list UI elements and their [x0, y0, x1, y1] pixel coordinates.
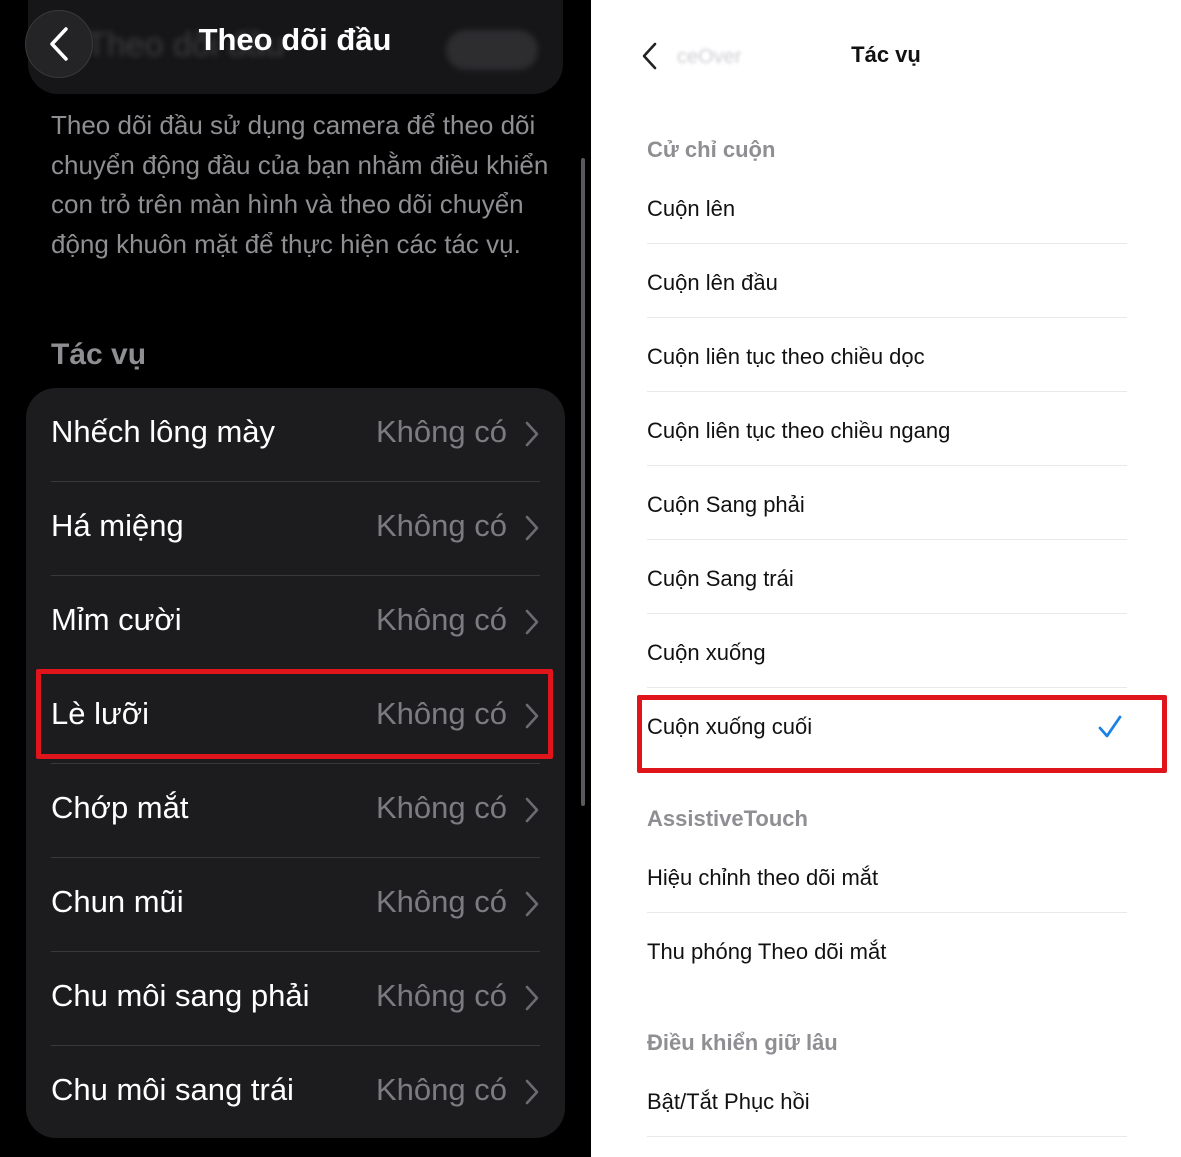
chevron-right-icon	[525, 891, 539, 917]
section-header-assistivetouch: AssistiveTouch	[647, 806, 808, 831]
scroll-indicator[interactable]	[581, 158, 585, 806]
option-label: Cuộn liên tục theo chiều ngang	[647, 418, 951, 443]
row-divider	[647, 1136, 1127, 1137]
chevron-right-icon	[525, 985, 539, 1011]
option-label: Cuộn lên	[647, 196, 736, 221]
chevron-right-icon	[525, 1079, 539, 1105]
row-divider	[647, 243, 1127, 244]
action-value: Không có	[376, 790, 507, 825]
action-label: Lè lưỡi	[51, 696, 149, 731]
option-label: Cuộn Sang trái	[647, 566, 794, 591]
action-label: Chu môi sang trái	[51, 1072, 294, 1107]
section-header-scroll-gestures: Cử chỉ cuộn	[647, 137, 776, 162]
row-divider	[647, 391, 1127, 392]
page-title: Tác vụ	[851, 42, 921, 67]
row-divider	[647, 912, 1127, 913]
option-label: Cuộn xuống	[647, 640, 766, 665]
action-label: Nhếch lông mày	[51, 414, 276, 449]
option-scroll-to-top[interactable]: Cuộn lên đầu	[647, 270, 1127, 344]
action-label: Chun mũi	[51, 884, 184, 919]
option-toggle-restore[interactable]: Bật/Tắt Phục hồi	[647, 1089, 1127, 1157]
action-value: Không có	[376, 508, 507, 543]
head-tracking-screen: Theo dõi đầu Theo dõi đầu Theo dõi đầu s…	[0, 0, 591, 1157]
action-label: Chu môi sang phải	[51, 978, 310, 1013]
action-label: Há miệng	[51, 508, 184, 543]
row-divider	[647, 687, 1127, 688]
option-label: Cuộn lên đầu	[647, 270, 778, 295]
description-text: Theo dõi đầu sử dụng camera để theo dõi …	[51, 110, 549, 259]
chevron-right-icon	[525, 515, 539, 541]
chevron-right-icon	[525, 797, 539, 823]
chevron-right-icon	[525, 421, 539, 447]
chevron-left-icon	[50, 27, 68, 61]
row-divider	[647, 317, 1127, 318]
option-continuous-horizontal-scroll[interactable]: Cuộn liên tục theo chiều ngang	[647, 418, 1127, 492]
option-scroll-down[interactable]: Cuộn xuống	[647, 640, 1127, 714]
blurred-back-label: ceOver	[677, 46, 742, 68]
section-header-actions: Tác vụ	[51, 338, 147, 371]
action-row-pucker-left[interactable]: Chu môi sang trái Không có	[26, 1046, 565, 1138]
action-label: Mỉm cười	[51, 602, 182, 637]
option-label: Cuộn liên tục theo chiều dọc	[647, 344, 925, 369]
option-label: Cuộn Sang phải	[647, 492, 805, 517]
page-title: Theo dõi đầu	[198, 22, 392, 57]
action-row-open-mouth[interactable]: Há miệng Không có	[26, 482, 565, 576]
option-label: Cuộn xuống cuối	[647, 714, 813, 739]
back-button[interactable]	[25, 10, 93, 78]
actions-list: Nhếch lông mày Không có Há miệng Không c…	[26, 388, 565, 1138]
checkmark-icon	[1098, 715, 1122, 738]
option-label: Thu phóng Theo dõi mắt	[647, 939, 887, 964]
row-divider	[647, 539, 1127, 540]
action-row-blink[interactable]: Chớp mắt Không có	[26, 764, 565, 858]
action-row-raise-eyebrows[interactable]: Nhếch lông mày Không có	[26, 388, 565, 482]
action-value: Không có	[376, 1072, 507, 1107]
row-divider	[647, 613, 1127, 614]
chevron-right-icon	[525, 609, 539, 635]
action-value: Không có	[376, 602, 507, 637]
section-header-dwell-control: Điều khiển giữ lâu	[647, 1030, 838, 1055]
action-row-scrunch-nose[interactable]: Chun mũi Không có	[26, 858, 565, 952]
option-label: Bật/Tắt Phục hồi	[647, 1089, 810, 1114]
action-row-stick-out-tongue[interactable]: Lè lưỡi Không có	[26, 670, 565, 764]
action-label: Chớp mắt	[51, 790, 189, 825]
action-row-smile[interactable]: Mỉm cười Không có	[26, 576, 565, 670]
action-row-pucker-right[interactable]: Chu môi sang phải Không có	[26, 952, 565, 1046]
option-label: Hiệu chỉnh theo dõi mắt	[647, 865, 879, 890]
action-value: Không có	[376, 414, 507, 449]
option-scroll-left[interactable]: Cuộn Sang trái	[647, 566, 1127, 640]
option-scroll-right[interactable]: Cuộn Sang phải	[647, 492, 1127, 566]
option-eye-tracking-zoom[interactable]: Thu phóng Theo dõi mắt	[647, 939, 1127, 1013]
action-picker-screen: ceOver Tác vụ Cử chỉ cuộn Cuộn lên Cuộn …	[591, 0, 1181, 1157]
row-divider	[647, 465, 1127, 466]
option-continuous-vertical-scroll[interactable]: Cuộn liên tục theo chiều dọc	[647, 344, 1127, 418]
option-scroll-up[interactable]: Cuộn lên	[647, 196, 1127, 270]
option-scroll-to-bottom[interactable]: Cuộn xuống cuối	[647, 714, 1127, 788]
action-value: Không có	[376, 884, 507, 919]
back-button[interactable]	[635, 40, 663, 72]
option-calibrate-eye-tracking[interactable]: Hiệu chỉnh theo dõi mắt	[647, 865, 1127, 939]
action-value: Không có	[376, 978, 507, 1013]
action-value: Không có	[376, 696, 507, 731]
blurred-toggle	[446, 30, 538, 70]
chevron-left-icon	[642, 42, 657, 70]
chevron-right-icon	[525, 703, 539, 729]
